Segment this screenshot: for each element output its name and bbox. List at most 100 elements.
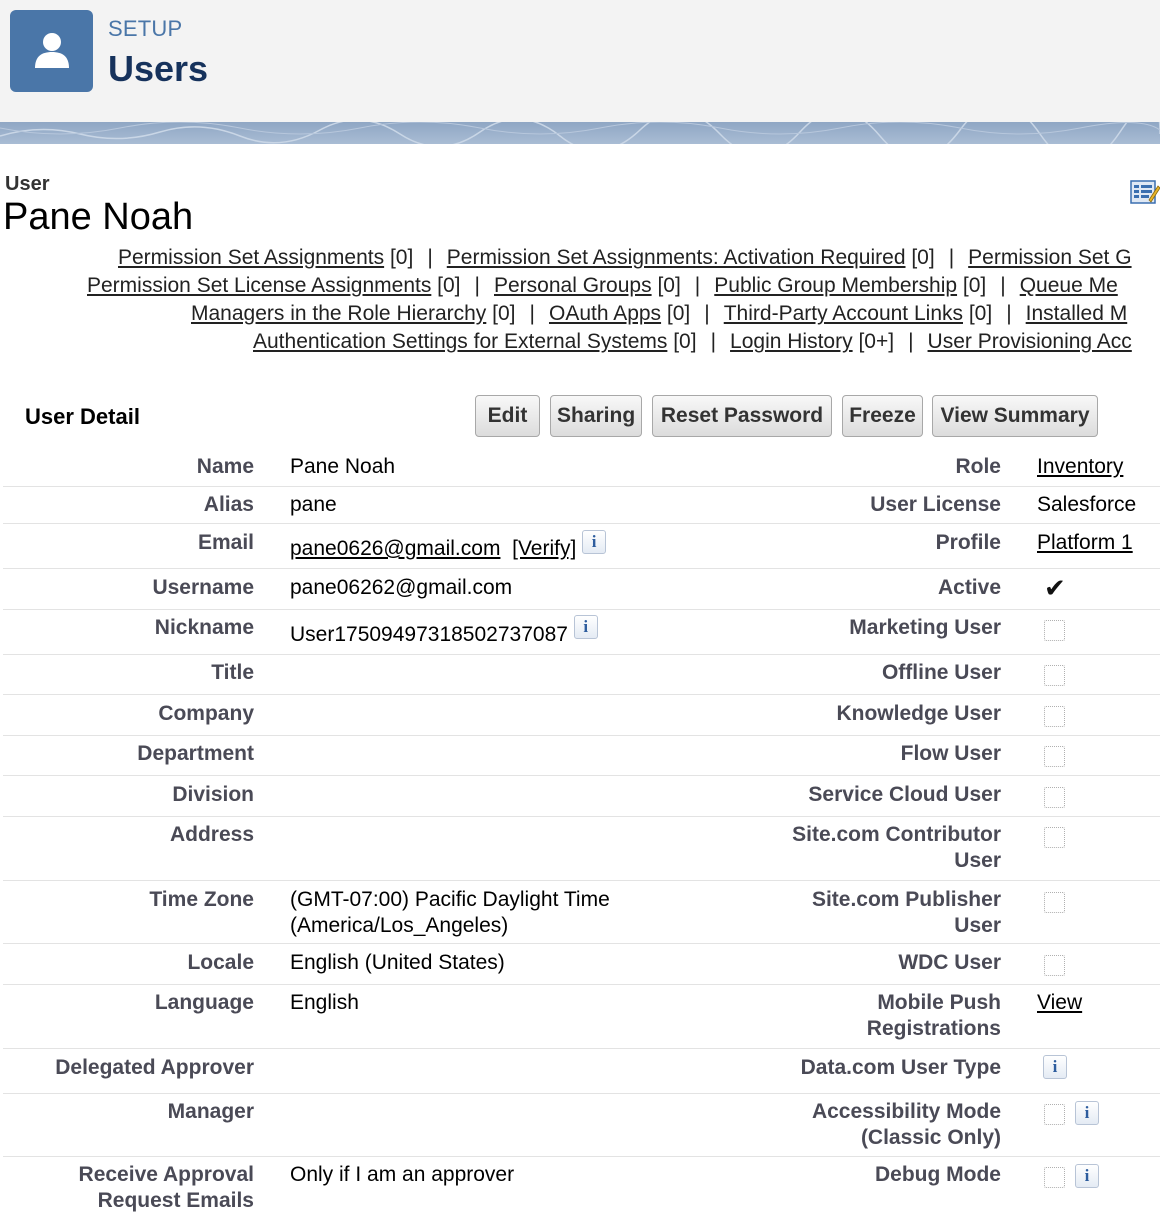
link-third-party-account-links[interactable]: Third-Party Account Links <box>724 302 963 325</box>
reset-password-button[interactable]: Reset Password <box>652 395 832 437</box>
link-managers-in-role-hierarchy[interactable]: Managers in the Role Hierarchy <box>191 302 486 325</box>
header-banner <box>0 122 1160 144</box>
link-permission-set-groups[interactable]: Permission Set G <box>968 246 1131 269</box>
field-label: Offline User <box>881 661 1001 684</box>
unchecked-checkbox-icon <box>1044 827 1065 848</box>
username-value: pane06262@gmail.com <box>290 576 513 599</box>
related-links-line-4: Authentication Settings for External Sys… <box>253 330 1132 353</box>
unchecked-checkbox-icon <box>1044 955 1065 976</box>
field-label: Manager <box>167 1100 254 1123</box>
detail-row: Locale English (United States) WDC User <box>3 944 1160 985</box>
unchecked-checkbox-icon <box>1044 620 1065 641</box>
unchecked-checkbox-icon <box>1044 746 1065 767</box>
field-label: Site.com Publisher User <box>811 888 1001 937</box>
info-icon[interactable]: i <box>1075 1101 1099 1125</box>
link-installed-mobile-apps[interactable]: Installed M <box>1026 302 1128 325</box>
link-login-history[interactable]: Login History <box>730 330 853 353</box>
detail-row: Title Offline User <box>3 655 1160 695</box>
setup-label: SETUP <box>108 16 183 41</box>
detail-row: Company Knowledge User <box>3 695 1160 736</box>
page-title: Users <box>108 48 209 89</box>
field-label: Marketing User <box>849 616 1001 639</box>
detail-row: Language English Mobile Push Registratio… <box>3 985 1160 1049</box>
field-label: Time Zone <box>149 888 254 911</box>
related-links-line-1: Permission Set Assignments [0] | Permissio… <box>118 246 1132 269</box>
related-links-line-2: Permission Set License Assignments [0] | P… <box>87 274 1118 297</box>
name-value: Pane Noah <box>290 455 396 478</box>
view-summary-button[interactable]: View Summary <box>932 395 1098 437</box>
freeze-button[interactable]: Freeze <box>842 395 923 437</box>
detail-row: Receive Approval Request Emails Only if … <box>3 1157 1160 1217</box>
detail-row: Nickname User17509497318502737087 i Mark… <box>3 610 1160 655</box>
field-label: Address <box>169 823 254 846</box>
link-authentication-settings[interactable]: Authentication Settings for External Sys… <box>253 330 667 353</box>
detail-row: Username pane06262@gmail.com Active ✔ <box>3 569 1160 610</box>
user-license-value: Salesforce <box>1037 493 1137 516</box>
sharing-button[interactable]: Sharing <box>550 395 642 437</box>
detail-row: Division Service Cloud User <box>3 776 1160 817</box>
detail-row: Name Pane Noah Role Inventory <box>3 448 1160 487</box>
record-type-label: User <box>5 173 50 195</box>
detail-row: Manager Accessibility Mode (Classic Only… <box>3 1094 1160 1157</box>
link-permission-set-activation-required[interactable]: Permission Set Assignments: Activation R… <box>447 246 906 269</box>
email-link[interactable]: pane0626@gmail.com <box>290 537 500 560</box>
field-label: Service Cloud User <box>808 783 1001 806</box>
link-public-group-membership[interactable]: Public Group Membership <box>714 274 957 297</box>
info-icon[interactable]: i <box>1075 1164 1099 1188</box>
link-permission-set-license-assignments[interactable]: Permission Set License Assignments <box>87 274 431 297</box>
info-icon[interactable]: i <box>582 530 607 554</box>
field-label: Mobile Push Registrations <box>866 991 1001 1040</box>
field-label: Active <box>937 576 1001 599</box>
field-label: User License <box>870 493 1001 516</box>
info-icon[interactable]: i <box>573 615 598 639</box>
detail-row: Time Zone (GMT-07:00) Pacific Daylight T… <box>3 881 1160 944</box>
unchecked-checkbox-icon <box>1044 1104 1065 1125</box>
related-links-line-3: Managers in the Role Hierarchy [0] | OAuth… <box>191 302 1128 325</box>
field-label: Profile <box>935 531 1001 554</box>
unchecked-checkbox-icon <box>1044 665 1065 686</box>
field-label: Data.com User Type <box>800 1056 1001 1079</box>
field-label: Delegated Approver <box>55 1056 254 1079</box>
time-zone-value: (GMT-07:00) Pacific Daylight Time (Ameri… <box>290 888 610 937</box>
field-label: Knowledge User <box>836 702 1001 725</box>
field-label: Title <box>211 661 254 684</box>
user-name-heading: Pane Noah <box>3 196 194 238</box>
user-icon <box>10 10 93 92</box>
field-label: Locale <box>187 951 254 974</box>
link-permission-set-assignments[interactable]: Permission Set Assignments <box>118 246 384 269</box>
field-label: Email <box>197 531 254 554</box>
link-personal-groups[interactable]: Personal Groups <box>494 274 652 297</box>
field-label: Company <box>158 702 254 725</box>
role-link[interactable]: Inventory <box>1037 455 1123 478</box>
field-label: Flow User <box>900 742 1001 765</box>
link-queue-membership[interactable]: Queue Me <box>1020 274 1118 297</box>
info-icon[interactable]: i <box>1043 1055 1067 1079</box>
field-label: Site.com Contributor User <box>792 823 1001 872</box>
field-label: Department <box>137 742 254 765</box>
printable-view-icon[interactable] <box>1130 178 1160 211</box>
profile-link[interactable]: Platform 1 <box>1037 531 1133 554</box>
view-mobile-push-link[interactable]: View <box>1037 991 1082 1014</box>
field-label: Name <box>196 455 254 478</box>
link-user-provisioning-accounts[interactable]: User Provisioning Acc <box>928 330 1132 353</box>
detail-row: Address Site.com Contributor User <box>3 817 1160 881</box>
detail-row: Email pane0626@gmail.com [Verify] i Prof… <box>3 524 1160 569</box>
detail-row: Alias pane User License Salesforce <box>3 487 1160 524</box>
field-label: Language <box>154 991 254 1014</box>
unchecked-checkbox-icon <box>1044 892 1065 913</box>
link-oauth-apps[interactable]: OAuth Apps <box>549 302 661 325</box>
field-label: Username <box>152 576 254 599</box>
nickname-value: User17509497318502737087 <box>290 623 568 646</box>
unchecked-checkbox-icon <box>1044 787 1065 808</box>
field-label: WDC User <box>898 951 1001 974</box>
language-value: English <box>290 991 359 1014</box>
field-label: Role <box>955 455 1001 478</box>
field-label: Receive Approval Request Emails <box>78 1163 254 1212</box>
locale-value: English (United States) <box>290 951 505 974</box>
section-title: User Detail <box>25 404 140 429</box>
unchecked-checkbox-icon <box>1044 1167 1065 1188</box>
field-label: Division <box>172 783 254 806</box>
detail-row: Department Flow User <box>3 736 1160 776</box>
edit-button[interactable]: Edit <box>475 395 540 437</box>
verify-email-link[interactable]: [Verify] <box>512 537 576 560</box>
